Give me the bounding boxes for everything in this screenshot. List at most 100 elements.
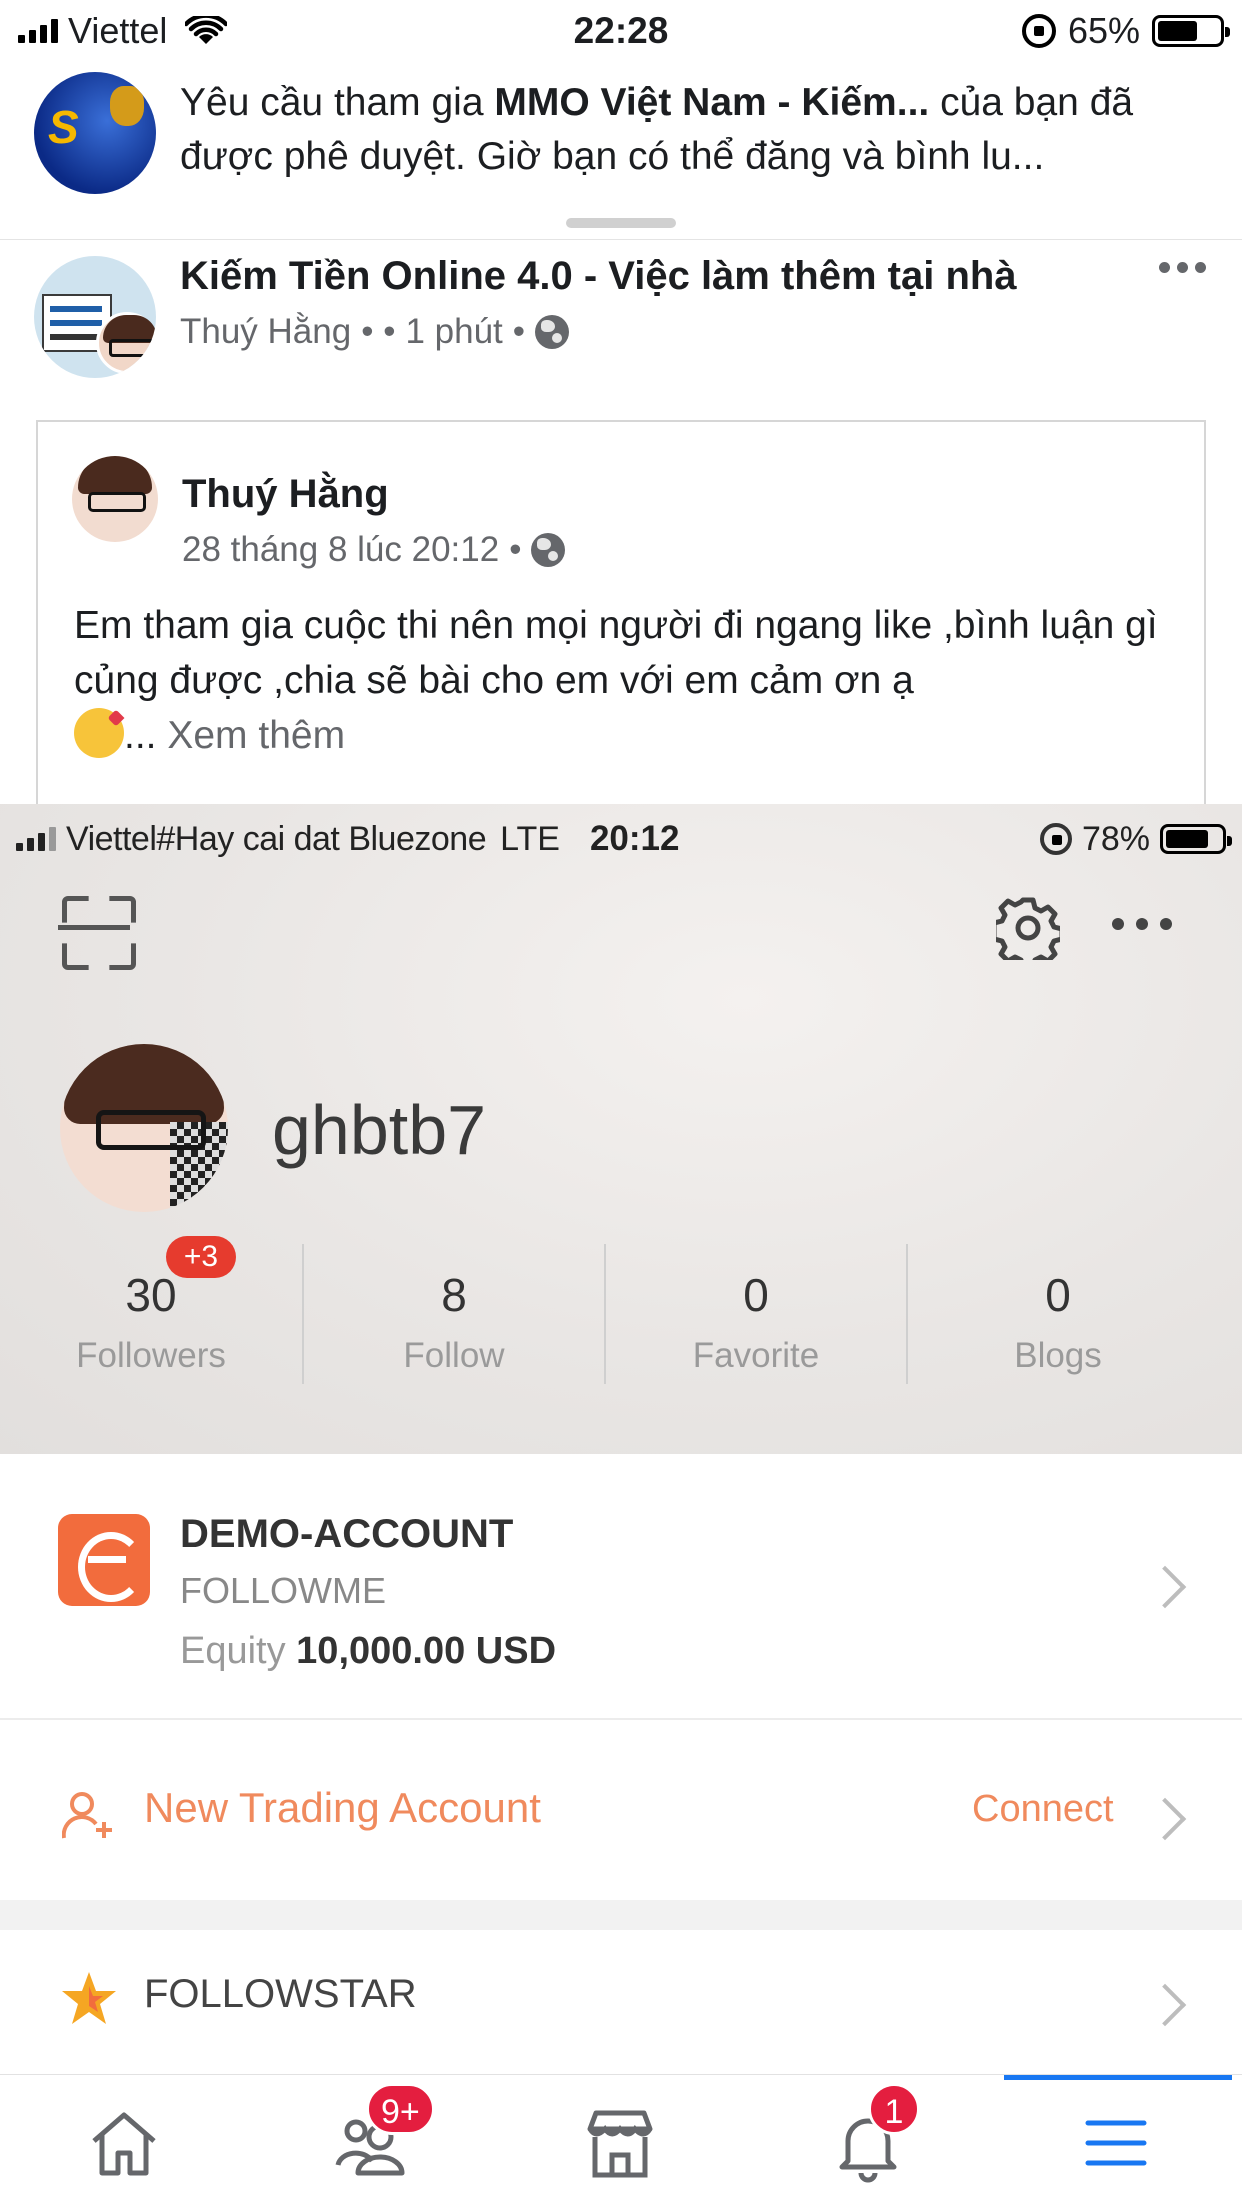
photo-clock: 20:12 [589,819,680,858]
globe-icon [535,315,570,349]
post-author[interactable]: Thuý Hằng [180,312,351,352]
post-photo[interactable]: Viettel#Hay cai dat Bluezone LTE 20:12 7… [0,804,1242,2074]
notifications-badge: 1 [868,2083,920,2135]
shared-author-name[interactable]: Thuý Hằng [182,472,389,517]
photo-status-right: 78% [1039,819,1232,859]
stat-value: 8 [441,1269,467,1321]
shared-post-card[interactable]: Thuý Hằng 28 tháng 8 lúc 20:12 • Em tham… [36,420,1206,820]
stat-value: 0 [743,1269,769,1321]
kiss-emoji-icon [74,708,124,758]
shared-author-avatar[interactable] [72,456,158,542]
stat-followers[interactable]: 30 Followers +3 [0,1236,302,1384]
equity-label: Equity [180,1630,297,1672]
bottom-tab-bar: 9+ 1 [0,2074,1242,2208]
rotation-lock-icon [1021,14,1056,48]
stat-label: Favorite [692,1336,820,1375]
section-divider [0,1900,1242,1930]
photo-status-bar: Viettel#Hay cai dat Bluezone LTE 20:12 7… [0,804,1242,874]
globe-icon [531,533,566,567]
marketplace-icon [587,2110,653,2178]
ellipsis: ... [124,714,157,757]
more-options-icon[interactable] [1112,918,1172,930]
followme-logo-icon [58,1514,150,1606]
profile-username: ghbtb7 [272,1091,487,1169]
stat-value: 30 [125,1269,177,1321]
add-user-icon [62,1792,112,1839]
author-mini-avatar [96,312,156,374]
followstar-row[interactable]: FOLLOWSTAR [0,1930,1242,2074]
post-time[interactable]: 1 phút [405,312,502,352]
see-more-link[interactable]: Xem thêm [157,714,345,757]
tab-menu[interactable] [992,2075,1240,2208]
chevron-right-icon [1143,1797,1187,1841]
friends-badge: 9+ [366,2083,435,2135]
shared-post-body: Em tham gia cuộc thi nên mọi người đi ng… [74,598,1174,763]
demo-account-row[interactable]: DEMO-ACCOUNT FOLLOWME Equity 10,000.00 U… [0,1454,1242,1720]
signal-icon [16,827,56,851]
shared-post-meta: 28 tháng 8 lúc 20:12 • [182,530,566,570]
notification-group-name: MMO Việt Nam - Kiếm... [494,81,930,124]
stat-label: Blogs [1014,1336,1102,1375]
group-title[interactable]: Kiếm Tiền Online 4.0 - Việc làm thêm tại… [180,254,1017,299]
meta-dot: • [512,312,526,351]
battery-fill [1166,830,1209,848]
new-trading-account-row[interactable]: New Trading Account Connect [0,1722,1242,1900]
tab-home[interactable] [0,2075,248,2208]
meta-separator: • • [361,312,396,351]
home-icon [92,2112,156,2176]
shared-post-date[interactable]: 28 tháng 8 lúc 20:12 [182,530,499,570]
logo-s-glyph: S [48,101,79,153]
stat-follow[interactable]: 8 Follow [302,1244,604,1384]
scan-icon[interactable] [58,896,130,960]
stat-favorite[interactable]: 0 Favorite [604,1244,906,1384]
profile-avatar[interactable] [60,1044,228,1212]
stat-label: Followers [76,1336,226,1375]
stat-value: 0 [1045,1269,1071,1321]
menu-icon [1085,2120,1147,2166]
carrier-name: Viettel [68,10,168,51]
new-trading-account-label: New Trading Account [144,1784,541,1831]
group-avatar[interactable] [34,256,156,378]
post-text: Em tham gia cuộc thi nên mọi người đi ng… [74,604,1158,702]
profile-header: Viettel#Hay cai dat Bluezone LTE 20:12 7… [0,804,1242,1454]
meta-dot: • [509,530,522,569]
chevron-right-icon [1143,1983,1187,2027]
money-bag-icon [110,86,144,126]
star-icon [62,1972,116,2024]
status-bar-left: Viettel [18,10,538,52]
banner-grabber[interactable] [566,218,676,228]
more-options-icon[interactable] [1159,262,1206,273]
account-equity: Equity 10,000.00 USD [180,1630,556,1673]
equity-value: 10,000.00 USD [296,1630,557,1672]
status-bar-right: 65% [1021,10,1230,52]
group-avatar: S [34,72,156,194]
connect-button[interactable]: Connect [972,1788,1114,1831]
signal-icon [18,19,58,43]
notification-text: Yêu cầu tham gia MMO Việt Nam - Kiếm... … [180,76,1200,184]
new-followers-badge: +3 [166,1236,236,1278]
battery-fill [1158,21,1197,41]
status-bar: Viettel 22:28 65% [0,0,1242,62]
account-broker: FOLLOWME [180,1570,387,1611]
notification-prefix: Yêu cầu tham gia [180,81,495,124]
battery-icon [1160,824,1232,854]
wifi-icon [185,16,228,44]
rotation-lock-icon [1039,823,1072,855]
profile-stats: 30 Followers +3 8 Follow 0 Favorite 0 Bl… [0,1236,1242,1384]
post-meta: Thuý Hằng • • 1 phút • [180,312,570,352]
account-name: DEMO-ACCOUNT [180,1512,514,1556]
tab-notifications[interactable]: 1 [744,2075,992,2208]
photo-carrier: Viettel#Hay cai dat Bluezone [66,819,487,858]
approval-notification[interactable]: S Yêu cầu tham gia MMO Việt Nam - Kiếm..… [0,62,1242,240]
tab-friends[interactable]: 9+ [248,2075,496,2208]
tab-marketplace[interactable] [496,2075,744,2208]
photo-battery-percent: 78% [1081,819,1150,858]
chevron-right-icon [1143,1565,1187,1609]
gear-icon[interactable] [996,896,1060,960]
followstar-label: FOLLOWSTAR [144,1972,417,2016]
stat-label: Follow [403,1336,505,1375]
battery-percent: 65% [1067,10,1140,51]
photo-network: LTE [500,819,560,858]
stat-blogs[interactable]: 0 Blogs [906,1244,1208,1384]
post-header: Kiếm Tiền Online 4.0 - Việc làm thêm tại… [0,240,1242,390]
